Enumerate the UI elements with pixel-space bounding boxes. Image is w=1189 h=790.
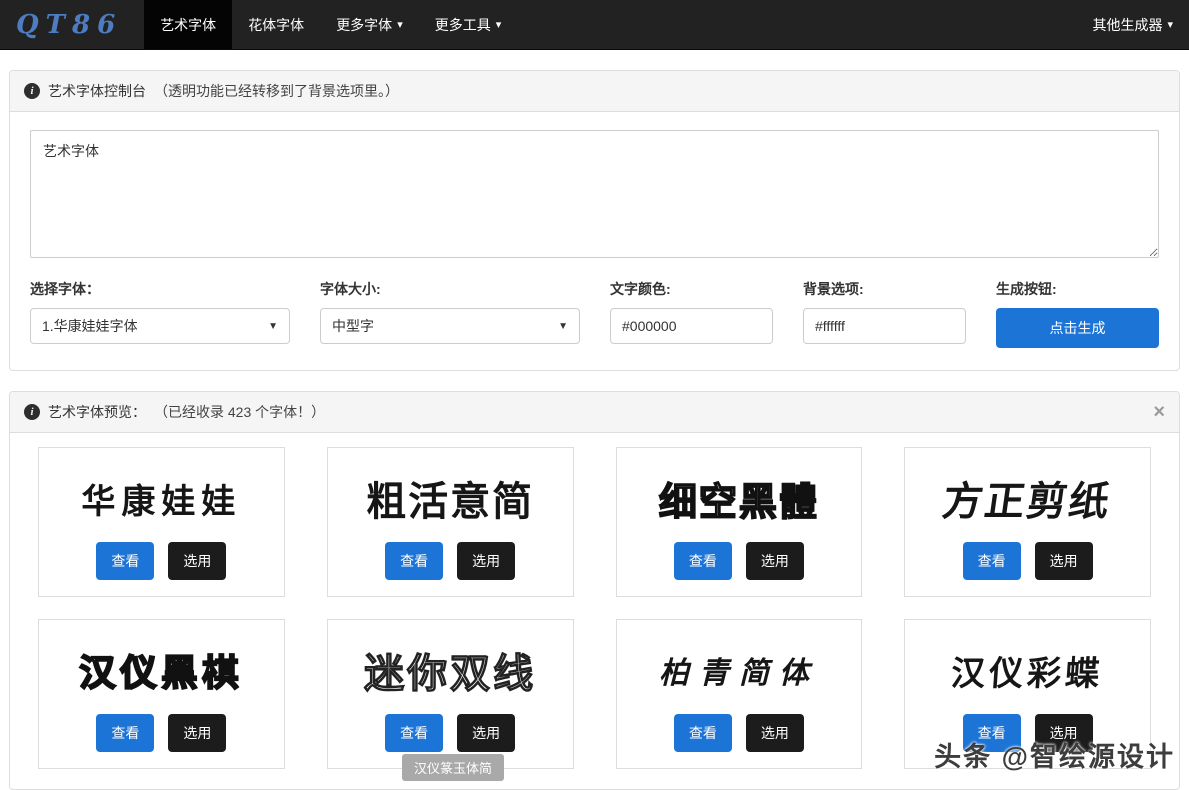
nav-item-flower-font[interactable]: 花体字体 xyxy=(232,0,320,49)
font-select[interactable]: 1.华康娃娃字体 ▼ xyxy=(30,308,290,344)
info-icon: i xyxy=(24,404,40,420)
text-color-label: 文字颜色: xyxy=(610,279,773,299)
view-font-button[interactable]: 查看 xyxy=(385,542,443,580)
font-select-label: 选择字体： xyxy=(30,279,290,299)
font-preview-text: 柏青简体 xyxy=(625,634,854,706)
console-panel-title: 艺术字体控制台 xyxy=(48,81,146,101)
info-icon: i xyxy=(24,83,40,99)
font-card: 汉仪黑棋 查看 选用 xyxy=(38,619,285,769)
font-preview-text: 粗活意简 xyxy=(336,462,565,534)
art-font-console-panel: i 艺术字体控制台 （透明功能已经转移到了背景选项里。） 艺术字体 选择字体： … xyxy=(9,70,1180,371)
console-panel-body: 艺术字体 选择字体： 1.华康娃娃字体 ▼ 字体大小: 中型字 ▼ 文字颜色: xyxy=(10,112,1179,370)
use-font-button[interactable]: 选用 xyxy=(168,714,226,752)
background-option-group: 背景选项: xyxy=(803,279,966,348)
nav-item-more-fonts[interactable]: 更多字体 ▾ xyxy=(320,0,419,49)
watermark: 头条 @智绘源设计 xyxy=(934,735,1175,774)
nav-item-more-tools[interactable]: 更多工具 ▾ xyxy=(419,0,518,49)
top-navbar: QT86 艺术字体 花体字体 更多字体 ▾ 更多工具 ▾ 其他生成器 ▾ xyxy=(0,0,1189,50)
select-caret-icon: ▼ xyxy=(268,321,278,332)
view-font-button[interactable]: 查看 xyxy=(674,714,732,752)
view-font-button[interactable]: 查看 xyxy=(385,714,443,752)
font-preview-text: 迷你双线 xyxy=(336,634,565,706)
nav-item-label: 更多字体 xyxy=(336,15,392,35)
text-color-input[interactable] xyxy=(610,308,773,344)
nav-item-other-generators[interactable]: 其他生成器 ▾ xyxy=(1076,0,1189,49)
use-font-button[interactable]: 选用 xyxy=(746,542,804,580)
nav-item-label: 其他生成器 xyxy=(1092,15,1162,35)
preview-panel-subtitle: （已经收录 423 个字体！） xyxy=(154,402,325,422)
size-select-label: 字体大小: xyxy=(320,279,580,299)
nav-item-label: 艺术字体 xyxy=(160,15,216,35)
font-preview-text: 华康娃娃 xyxy=(47,462,276,534)
art-text-input[interactable]: 艺术字体 xyxy=(30,130,1159,258)
view-font-button[interactable]: 查看 xyxy=(96,542,154,580)
console-panel-subtitle: （透明功能已经转移到了背景选项里。） xyxy=(154,81,399,101)
size-select[interactable]: 中型字 ▼ xyxy=(320,308,580,344)
caret-down-icon: ▾ xyxy=(397,18,403,31)
brand-logo[interactable]: QT86 xyxy=(0,0,144,49)
use-font-button[interactable]: 选用 xyxy=(746,714,804,752)
font-card: 柏青简体 查看 选用 xyxy=(616,619,863,769)
nav-item-label: 花体字体 xyxy=(248,15,304,35)
caret-down-icon: ▾ xyxy=(496,18,502,31)
use-font-button[interactable]: 选用 xyxy=(1035,542,1093,580)
text-color-group: 文字颜色: xyxy=(610,279,773,348)
size-select-group: 字体大小: 中型字 ▼ xyxy=(320,279,580,348)
font-preview-text: 汉仪黑棋 xyxy=(47,634,276,706)
font-preview-text: 汉仪彩蝶 xyxy=(911,634,1145,706)
font-card: 粗活意简 查看 选用 xyxy=(327,447,574,597)
font-card: 华康娃娃 查看 选用 xyxy=(38,447,285,597)
art-font-preview-panel: i 艺术字体预览： （已经收录 423 个字体！） × 华康娃娃 查看 选用 粗… xyxy=(9,391,1180,790)
font-card: 细空黑體 查看 选用 xyxy=(616,447,863,597)
font-card: 迷你双线 查看 选用 xyxy=(327,619,574,769)
generate-label: 生成按钮: xyxy=(996,279,1159,299)
use-font-button[interactable]: 选用 xyxy=(457,714,515,752)
background-option-input[interactable] xyxy=(803,308,966,344)
caret-down-icon: ▾ xyxy=(1167,18,1173,31)
generate-group: 生成按钮: 点击生成 xyxy=(996,279,1159,348)
size-select-value: 中型字 xyxy=(332,316,374,336)
background-option-label: 背景选项: xyxy=(803,279,966,299)
nav-item-art-font[interactable]: 艺术字体 xyxy=(144,0,232,49)
font-card: 方正剪纸 查看 选用 xyxy=(904,447,1151,597)
font-select-group: 选择字体： 1.华康娃娃字体 ▼ xyxy=(30,279,290,348)
view-font-button[interactable]: 查看 xyxy=(963,542,1021,580)
view-font-button[interactable]: 查看 xyxy=(96,714,154,752)
preview-panel-title: 艺术字体预览： xyxy=(48,402,146,422)
view-font-button[interactable]: 查看 xyxy=(674,542,732,580)
select-caret-icon: ▼ xyxy=(558,321,568,332)
close-icon[interactable]: × xyxy=(1153,405,1165,419)
font-select-value: 1.华康娃娃字体 xyxy=(42,316,138,336)
use-font-button[interactable]: 选用 xyxy=(457,542,515,580)
console-panel-header: i 艺术字体控制台 （透明功能已经转移到了背景选项里。） xyxy=(10,71,1179,112)
font-preview-text: 细空黑體 xyxy=(625,462,854,534)
font-name-tooltip: 汉仪篆玉体简 xyxy=(402,754,504,781)
font-preview-text: 方正剪纸 xyxy=(908,462,1147,534)
generate-button[interactable]: 点击生成 xyxy=(996,308,1159,348)
use-font-button[interactable]: 选用 xyxy=(168,542,226,580)
console-form-row: 选择字体： 1.华康娃娃字体 ▼ 字体大小: 中型字 ▼ 文字颜色: 背景选项: xyxy=(30,279,1159,348)
nav-item-label: 更多工具 xyxy=(435,15,491,35)
preview-panel-header: i 艺术字体预览： （已经收录 423 个字体！） × xyxy=(10,392,1179,433)
